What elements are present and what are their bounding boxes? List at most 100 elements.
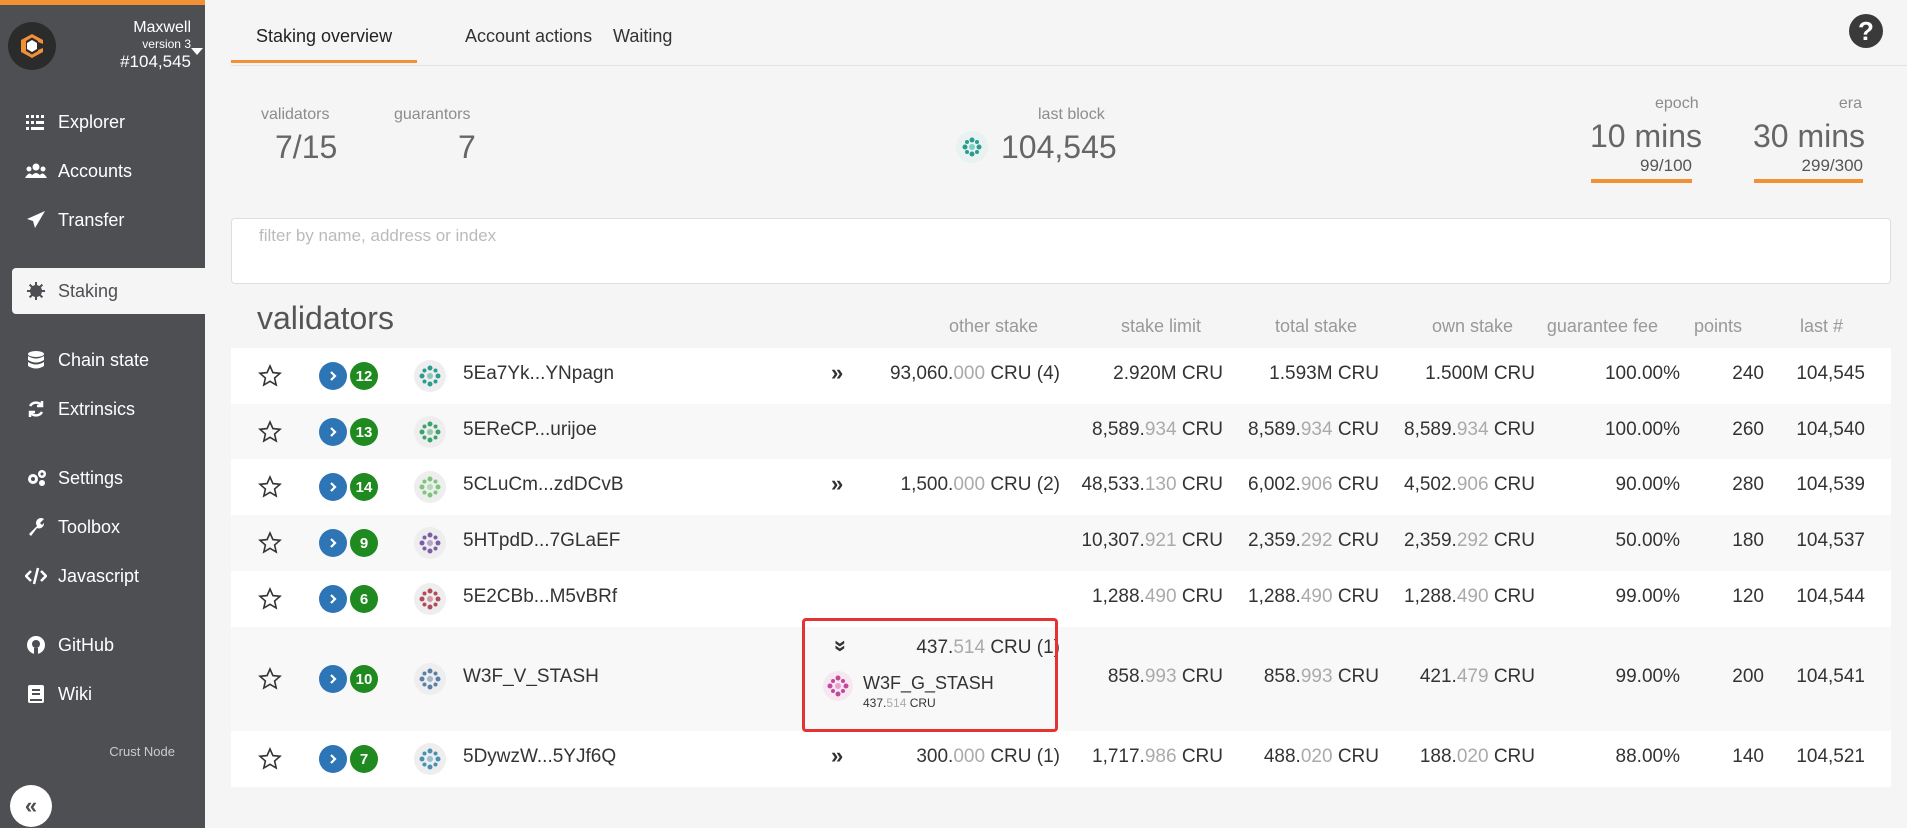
validators-label: validators xyxy=(261,106,330,123)
sidebar-item-github[interactable]: GitHub xyxy=(12,623,205,667)
account-name[interactable]: 5CLuCm...zdDCvB xyxy=(463,474,624,496)
sidebar-item-label: Transfer xyxy=(58,209,125,230)
expand-icon[interactable]: » xyxy=(831,743,843,769)
sidebar-item-wiki[interactable]: Wiki xyxy=(12,672,205,716)
help-icon[interactable]: ? xyxy=(1849,14,1883,48)
value-dec: 292 xyxy=(1456,530,1489,551)
identicon-icon[interactable] xyxy=(414,663,446,695)
chain-name: Maxwell xyxy=(133,19,191,36)
value-int: 48,533. xyxy=(1081,474,1145,495)
account-name[interactable]: 5Ea7Yk...YNpagn xyxy=(463,363,614,385)
last-block: 104,545 xyxy=(1796,363,1865,384)
value-int: 858. xyxy=(1107,666,1145,687)
header-total-stake: total stake xyxy=(1274,316,1357,336)
filter-input[interactable] xyxy=(257,225,1861,247)
guarantee-fee: 90.00% xyxy=(1615,474,1680,495)
sidebar-item-explorer[interactable]: Explorer xyxy=(12,100,205,144)
star-icon[interactable] xyxy=(258,475,282,499)
sidebar-item-label: Toolbox xyxy=(58,516,121,537)
sidebar-item-staking[interactable]: Staking xyxy=(12,268,205,314)
tab-staking-overview[interactable]: Staking overview xyxy=(231,18,418,63)
identicon-icon[interactable] xyxy=(414,743,446,775)
value-int: 488. xyxy=(1263,746,1301,767)
chevron-right-icon[interactable] xyxy=(319,473,347,501)
account-name[interactable]: 5HTpdD...7GLaEF xyxy=(463,530,620,552)
sidebar-item-settings[interactable]: Settings xyxy=(12,456,205,500)
sidebar-item-accounts[interactable]: Accounts xyxy=(12,149,205,193)
epoch-value: 10 mins xyxy=(1590,118,1703,154)
value-unit: CRU xyxy=(1332,530,1379,551)
own-stake-cell: 188.020 CRU xyxy=(1420,746,1535,768)
value-int: 10,307. xyxy=(1081,530,1145,551)
chevron-right-icon[interactable] xyxy=(319,585,347,613)
value-int: 421. xyxy=(1419,666,1457,687)
guarantor-count-badge: 13 xyxy=(350,418,378,446)
account-name[interactable]: 5EReCP...urijoe xyxy=(463,419,597,441)
identicon-icon[interactable] xyxy=(414,527,446,559)
tab-waiting[interactable]: Waiting xyxy=(588,18,697,63)
sidebar-item-javascript[interactable]: Javascript xyxy=(12,554,205,598)
book-icon xyxy=(24,684,48,704)
account-name[interactable]: 5E2CBb...M5vBRf xyxy=(463,586,617,608)
identicon-icon[interactable] xyxy=(414,471,446,503)
send-icon xyxy=(24,210,48,230)
value-unit: CRU xyxy=(1488,419,1535,440)
star-icon[interactable] xyxy=(258,747,282,771)
guarantee-fee: 99.00% xyxy=(1615,666,1680,687)
own-stake-cell: 2,359.292 CRU xyxy=(1404,530,1535,552)
value-dec: 993 xyxy=(1300,666,1333,687)
identicon-icon[interactable] xyxy=(414,583,446,615)
identicon-icon[interactable] xyxy=(414,416,446,448)
sidebar: Maxwell version 3 #104,545 Explorer Acco… xyxy=(0,0,205,828)
chevron-right-icon[interactable] xyxy=(319,362,347,390)
total-stake-cell: 858.993 CRU xyxy=(1264,666,1379,688)
certificate-icon xyxy=(24,281,48,301)
sidebar-item-toolbox[interactable]: Toolbox xyxy=(12,505,205,549)
sidebar-item-transfer[interactable]: Transfer xyxy=(12,198,205,242)
star-icon[interactable] xyxy=(258,531,282,555)
account-name[interactable]: W3F_V_STASH xyxy=(463,666,599,688)
value-dec: 993 xyxy=(1144,666,1177,687)
identicon-icon[interactable] xyxy=(414,360,446,392)
guarantors-label: guarantors xyxy=(394,106,471,123)
value-dec: 986 xyxy=(1144,746,1177,767)
chain-selector[interactable]: Maxwell version 3 #104,545 xyxy=(120,18,203,73)
value-unit: CRU xyxy=(1332,666,1379,687)
sidebar-item-extrinsics[interactable]: Extrinsics xyxy=(12,387,205,431)
chevron-right-icon[interactable] xyxy=(319,745,347,773)
own-stake-cell: 1,288.490 CRU xyxy=(1404,586,1535,608)
tab-bar: Staking overview Account actions Waiting xyxy=(231,0,1907,66)
limit-stake-cell: 8,589.934 CRU xyxy=(1092,419,1223,441)
own-stake-cell: 4,502.906 CRU xyxy=(1404,474,1535,496)
star-icon[interactable] xyxy=(258,364,282,388)
filter-box xyxy=(231,218,1891,284)
value-unit: CRU (1) xyxy=(985,746,1060,767)
caret-down-icon xyxy=(191,48,203,55)
value-dec: 479 xyxy=(1456,666,1489,687)
other-stake-cell: 93,060.000 CRU (4) xyxy=(890,363,1060,385)
crust-logo-icon[interactable] xyxy=(8,22,56,70)
chevron-right-icon[interactable] xyxy=(319,665,347,693)
value-unit: CRU xyxy=(1332,746,1379,767)
limit-stake-cell: 2.920M CRU xyxy=(1113,363,1223,385)
value-dec: 934 xyxy=(1300,419,1333,440)
chevron-right-icon[interactable] xyxy=(319,418,347,446)
chevron-right-icon[interactable] xyxy=(319,529,347,557)
limit-stake-cell: 858.993 CRU xyxy=(1108,666,1223,688)
sidebar-item-chain-state[interactable]: Chain state xyxy=(12,338,205,382)
sidebar-item-label: Wiki xyxy=(58,683,92,704)
expand-icon[interactable]: » xyxy=(831,471,843,497)
star-icon[interactable] xyxy=(258,587,282,611)
value-dec: 490 xyxy=(1144,586,1177,607)
value-int: 8,589. xyxy=(1248,419,1301,440)
points: 120 xyxy=(1732,586,1764,607)
value-unit: CRU xyxy=(1488,746,1535,767)
star-icon[interactable] xyxy=(258,420,282,444)
other-stake-cell: 1,500.000 CRU (2) xyxy=(901,474,1060,496)
sidebar-item-label: Chain state xyxy=(58,349,150,370)
star-icon[interactable] xyxy=(258,667,282,691)
value-dec: 000 xyxy=(953,746,986,767)
expand-icon[interactable]: » xyxy=(831,360,843,386)
collapse-sidebar-button[interactable]: « xyxy=(10,785,52,827)
account-name[interactable]: 5DywzW...5YJf6Q xyxy=(463,746,616,768)
